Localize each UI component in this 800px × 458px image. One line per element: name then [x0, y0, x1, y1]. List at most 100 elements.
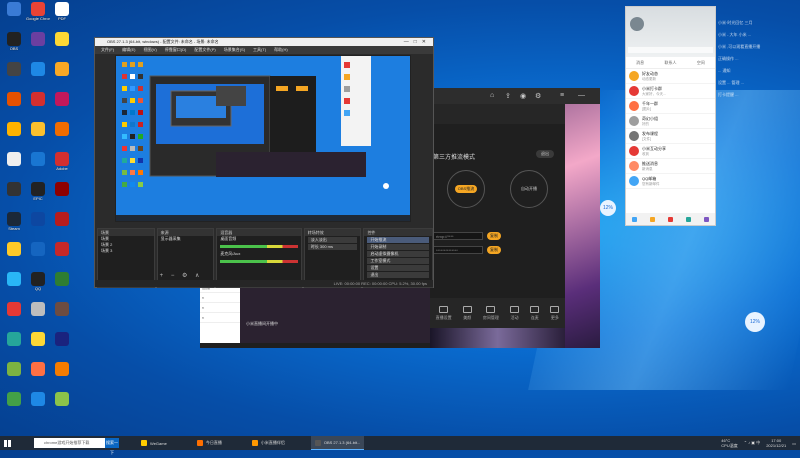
desktop-icon[interactable]: [50, 32, 74, 58]
transition-field[interactable]: 淡入淡出: [307, 237, 358, 243]
desktop-icon[interactable]: [26, 32, 50, 58]
chat-list-item[interactable]: 小米互动分享 收到: [626, 144, 715, 159]
desktop-icon[interactable]: [26, 302, 50, 328]
taskbar-search-input[interactable]: chrome游戏开始推荐下载 搜索一下: [34, 438, 119, 455]
taskbar-app[interactable]: WeGame: [137, 436, 171, 450]
stream-key-field[interactable]: **************: [433, 246, 483, 254]
desktop-icon[interactable]: [26, 152, 50, 178]
desktop-icon[interactable]: [2, 62, 26, 88]
mail-icon[interactable]: [667, 216, 673, 222]
avatar[interactable]: [630, 17, 644, 31]
control-button[interactable]: 设置: [367, 265, 430, 271]
toolbar-item[interactable]: 更多: [550, 305, 560, 321]
chat-list-item[interactable]: 奇幻小组 好的: [626, 114, 715, 129]
menu-item[interactable]: 帮助(H): [274, 46, 288, 54]
menu-item[interactable]: 停靠窗口(D): [165, 46, 187, 54]
desktop-icon[interactable]: [50, 182, 74, 208]
obs-mode-card[interactable]: OBS推流: [447, 170, 485, 208]
net-speed-badge[interactable]: 12%: [600, 200, 616, 216]
chat-list-item[interactable]: QQ邮箱 您有新邮件: [626, 174, 715, 189]
desktop-icon[interactable]: [26, 92, 50, 118]
desktop-icon[interactable]: [2, 122, 26, 148]
desktop-icon[interactable]: QQ: [26, 272, 50, 298]
qq-tab[interactable]: 联系人: [664, 60, 676, 66]
toolbar-item[interactable]: 直播设置: [436, 305, 452, 321]
menu-item[interactable]: 视图(V): [143, 46, 156, 54]
desktop-icon[interactable]: [2, 272, 26, 298]
server-url-field[interactable]: rtmp://****: [433, 232, 483, 240]
search-go-button[interactable]: 搜索一下: [105, 438, 119, 455]
desktop-icon[interactable]: Steam: [2, 212, 26, 238]
desktop-icon[interactable]: Adobe: [50, 152, 74, 178]
desktop-icon[interactable]: [50, 212, 74, 238]
share-icon[interactable]: ⇪: [505, 92, 511, 100]
chat-list-item[interactable]: 推送消息 新消息: [626, 159, 715, 174]
tray-icons[interactable]: ⌃ ♪ ▣ 中: [744, 440, 760, 446]
toolbar-item[interactable]: 美颜: [462, 305, 472, 321]
source-item[interactable]: 显示器采集: [158, 236, 214, 242]
desktop-icon[interactable]: EPIC: [26, 182, 50, 208]
chat-list-item[interactable]: 好友动态 动态更新: [626, 69, 715, 84]
desktop-icon[interactable]: [50, 272, 74, 298]
toolbar-item[interactable]: 连麦: [530, 305, 540, 321]
qq-tab[interactable]: 空间: [697, 60, 705, 66]
desktop-icon[interactable]: [26, 392, 50, 418]
mic-audio-meter[interactable]: [220, 260, 298, 263]
menu-item[interactable]: 配置文件(P): [194, 46, 215, 54]
desktop-icon[interactable]: Google Chrome: [26, 2, 50, 28]
chat-list-item[interactable]: 小米打卡群 大家好，今天...: [626, 84, 715, 99]
chat-list-item[interactable]: 发布课程 [文件]: [626, 129, 715, 144]
desktop-icon[interactable]: [50, 332, 74, 358]
desktop-icon[interactable]: [2, 242, 26, 268]
copy-server-button[interactable]: 复制: [487, 232, 501, 240]
toolbar-item[interactable]: 活动: [510, 305, 520, 321]
left-panel-row[interactable]: ◐: [200, 313, 240, 323]
desktop-icon[interactable]: [50, 362, 74, 388]
desktop-icon[interactable]: [26, 212, 50, 238]
taskbar-app[interactable]: 今日直播: [193, 436, 226, 450]
desktop-icon[interactable]: [2, 152, 26, 178]
desktop-icon[interactable]: [2, 92, 26, 118]
control-button[interactable]: 退出: [367, 272, 430, 278]
obs-preview-canvas[interactable]: [115, 55, 411, 222]
menu-item[interactable]: 工具(T): [253, 46, 266, 54]
desktop-icon[interactable]: [2, 332, 26, 358]
toolbar-item[interactable]: 房间管理: [483, 305, 499, 321]
desktop-icon[interactable]: [50, 242, 74, 268]
desktop-icon[interactable]: [26, 62, 50, 88]
desktop-icon[interactable]: [50, 302, 74, 328]
auto-live-card[interactable]: 自动开播: [510, 170, 548, 208]
menu-item[interactable]: 编辑(E): [122, 46, 135, 54]
desktop-audio-meter[interactable]: [220, 245, 298, 248]
transition-field[interactable]: 时长 300 ms: [307, 244, 358, 250]
scene-item[interactable]: 场景 3: [98, 248, 154, 254]
desktop-icon[interactable]: [2, 182, 26, 208]
desktop-icon[interactable]: [26, 362, 50, 388]
desktop-icon[interactable]: [26, 332, 50, 358]
left-panel-row[interactable]: ◐: [200, 293, 240, 303]
copy-key-button[interactable]: 复制: [487, 246, 501, 254]
taskbar-app[interactable]: OBS 27.1.3 (64-bit...: [310, 436, 365, 450]
close-mode-button[interactable]: 退出: [536, 150, 554, 158]
window-controls[interactable]: —□✕: [404, 38, 431, 46]
desktop-icon[interactable]: [50, 92, 74, 118]
start-button[interactable]: [0, 436, 14, 450]
desktop-icon[interactable]: [50, 392, 74, 418]
desktop-icon[interactable]: [26, 122, 50, 148]
desktop-icon[interactable]: [50, 122, 74, 148]
desktop-icon[interactable]: [26, 242, 50, 268]
apps-icon[interactable]: [703, 216, 709, 222]
desktop-icon[interactable]: PDF: [50, 2, 74, 28]
taskbar-app[interactable]: 小米直播伴侣: [248, 436, 289, 450]
minimize-icon[interactable]: —: [578, 92, 585, 99]
control-button[interactable]: 开始录制: [367, 244, 430, 250]
desktop-icon[interactable]: [2, 362, 26, 388]
menu-item[interactable]: 场景集合(S): [224, 46, 245, 54]
control-button[interactable]: 开始推流: [367, 237, 430, 243]
clock[interactable]: 17:00 2021/12/21: [766, 438, 786, 448]
notification-icon[interactable]: ▭: [792, 441, 796, 446]
desktop-icon[interactable]: [2, 392, 26, 418]
control-button[interactable]: 工作室模式: [367, 258, 430, 264]
gift-icon[interactable]: ◉: [520, 92, 526, 100]
menu-item[interactable]: 文件(F): [101, 46, 114, 54]
